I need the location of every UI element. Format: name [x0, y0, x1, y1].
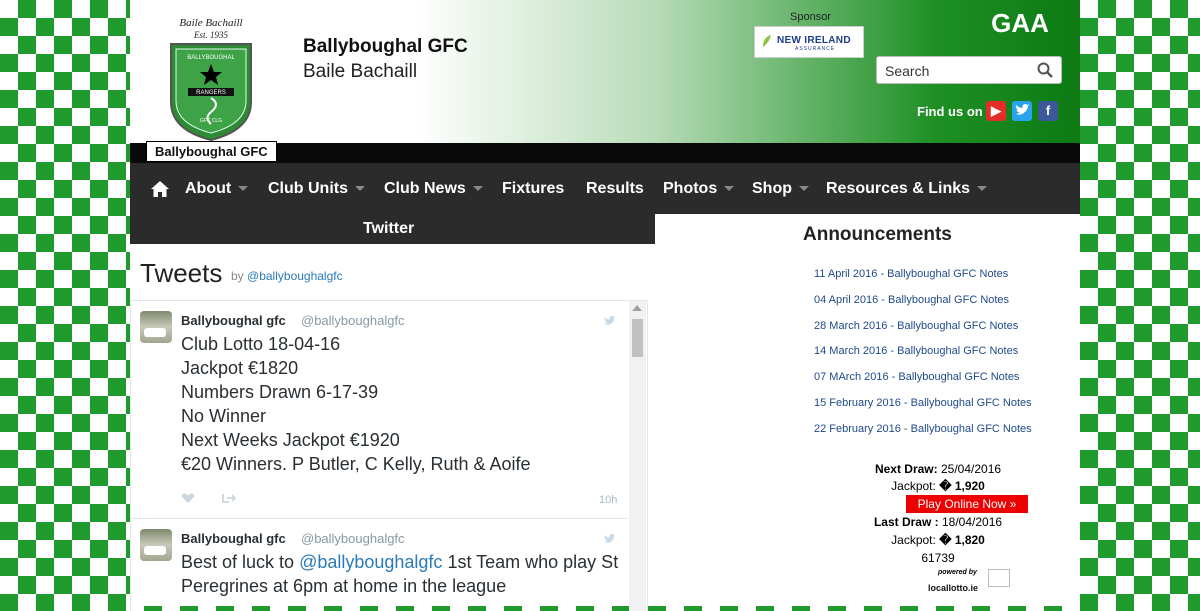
tweet-text: Club Lotto 18-04-16 Jackpot €1820 Number…: [181, 334, 531, 474]
tweets-by-handle-link[interactable]: @ballyboughalgfc: [247, 269, 343, 283]
next-draw: Next Draw: 25/04/2016: [874, 462, 1002, 476]
last-draw: Last Draw : 18/04/2016: [873, 515, 1003, 529]
chevron-down-icon: [724, 186, 735, 192]
svg-text:Est. 1935: Est. 1935: [193, 30, 229, 40]
twitter-icon[interactable]: [1012, 101, 1032, 121]
search-input[interactable]: [883, 61, 1035, 81]
tweet-item: Ballyboughal gfc @ballyboughalgfc Club L…: [131, 301, 628, 519]
svg-text:GFC CLG: GFC CLG: [200, 118, 222, 124]
tweets-by: by @ballyboughalgfc: [231, 269, 343, 283]
sponsor-name: NEW IRELAND: [777, 35, 851, 46]
gaa-logo-text: GAA: [991, 8, 1049, 38]
announcement-link[interactable]: 28 March 2016 - Ballyboughal GFC Notes: [814, 320, 1018, 332]
announcement-link[interactable]: 11 April 2016 - Ballyboughal GFC Notes: [814, 268, 1008, 280]
search-icon[interactable]: [1037, 62, 1053, 78]
sponsor-leaf-icon: [763, 35, 771, 47]
nav-about[interactable]: About: [185, 180, 249, 198]
scrollbar-thumb[interactable]: [632, 319, 643, 357]
youtube-icon[interactable]: ▶: [986, 101, 1006, 121]
provider-image-icon[interactable]: [988, 569, 1010, 587]
last-jackpot: Jackpot: � 1,820: [891, 533, 985, 547]
nav-club-news[interactable]: Club News: [384, 180, 483, 198]
announcements-title: Announcements: [803, 224, 952, 245]
tweet-author-handle[interactable]: @ballyboughalgfc: [301, 313, 405, 328]
site-header: Baile Bachaill Est. 1935 RANGERS BALLYBO…: [130, 0, 1080, 162]
tweet-mention-link[interactable]: @ballyboughalgfc: [299, 552, 442, 572]
svg-text:RANGERS: RANGERS: [196, 90, 226, 96]
nav-twitter[interactable]: Twitter: [363, 220, 414, 238]
announcement-link[interactable]: 14 March 2016 - Ballyboughal GFC Notes: [814, 345, 1018, 357]
svg-text:BALLYBOUGHAL: BALLYBOUGHAL: [187, 55, 235, 61]
chevron-down-icon: [799, 186, 809, 192]
twitter-bird-icon[interactable]: [603, 315, 617, 327]
sponsor-logo[interactable]: NEW IRELAND ASSURANCE: [754, 26, 864, 58]
tweet-actions: [181, 491, 237, 509]
site-subtitle: Baile Bachaill: [303, 61, 418, 82]
chevron-down-icon: [238, 186, 249, 192]
tweet-author-name[interactable]: Ballyboughal gfc: [181, 531, 286, 546]
next-jackpot: Jackpot: � 1,920: [891, 479, 985, 493]
chevron-down-icon: [355, 186, 365, 192]
play-online-button[interactable]: Play Online Now »: [906, 495, 1028, 513]
tweet-text: Best of luck to @ballyboughalgfc 1st Tea…: [181, 552, 619, 596]
page: Baile Bachaill Est. 1935 RANGERS BALLYBO…: [130, 0, 1080, 611]
nav-bar: About Club Units Club News Fixtures Resu…: [130, 163, 1080, 216]
share-icon[interactable]: [221, 492, 237, 504]
locallotto-logo[interactable]: locallotto.ie: [928, 583, 978, 593]
tweets-title: Tweets: [140, 258, 223, 288]
tweets-panel: Tweets by @ballyboughalgfc Ballyboughal …: [130, 244, 655, 611]
nav-photos[interactable]: Photos: [663, 180, 735, 198]
announcements-panel: Announcements 11 April 2016 - Ballybough…: [655, 214, 1080, 606]
tweet-timestamp[interactable]: 10h: [599, 494, 617, 506]
crest-label: Ballyboughal GFC: [146, 141, 277, 162]
nav-row-2: Twitter: [130, 216, 655, 244]
tweet-item: Ballyboughal gfc @ballyboughalgfc Best o…: [131, 519, 628, 611]
find-us-label: Find us on: [917, 104, 983, 119]
announcement-link[interactable]: 04 April 2016 - Ballyboughal GFC Notes: [814, 294, 1009, 306]
scroll-up-arrow-icon[interactable]: [632, 305, 642, 311]
facebook-icon[interactable]: f: [1038, 101, 1058, 121]
announcement-link[interactable]: 22 February 2016 - Ballyboughal GFC Note…: [814, 423, 1032, 435]
sponsor-label: Sponsor: [790, 11, 831, 23]
nav-resources-links[interactable]: Resources & Links: [826, 180, 988, 198]
nav-club-units[interactable]: Club Units: [268, 180, 365, 198]
tweet-author-name[interactable]: Ballyboughal gfc: [181, 313, 286, 328]
sponsor-subname: ASSURANCE: [795, 46, 836, 52]
site-title[interactable]: Ballyboughal GFC: [303, 36, 468, 58]
tweet-author-handle[interactable]: @ballyboughalgfc: [301, 531, 405, 546]
nav-results[interactable]: Results: [586, 180, 644, 198]
chevron-down-icon: [977, 186, 988, 192]
home-icon[interactable]: [150, 180, 170, 198]
gaa-logo[interactable]: GAA: [988, 8, 1052, 38]
twitter-bird-icon[interactable]: [603, 533, 617, 545]
avatar[interactable]: [140, 311, 172, 343]
nav-fixtures[interactable]: Fixtures: [502, 180, 564, 198]
chevron-down-icon: [472, 186, 483, 192]
search-box[interactable]: [876, 56, 1062, 84]
club-crest-logo[interactable]: Baile Bachaill Est. 1935 RANGERS BALLYBO…: [166, 12, 256, 142]
nav-shop[interactable]: Shop: [752, 180, 809, 198]
announcement-link[interactable]: 07 MArch 2016 - Ballyboughal GFC Notes: [814, 371, 1019, 383]
announcement-link[interactable]: 15 February 2016 - Ballyboughal GFC Note…: [814, 397, 1032, 409]
draw-numbers: 61739: [921, 551, 955, 565]
heart-icon[interactable]: [181, 492, 195, 504]
avatar[interactable]: [140, 529, 172, 561]
svg-text:Baile Bachaill: Baile Bachaill: [179, 17, 242, 29]
twitter-timeline[interactable]: Ballyboughal gfc @ballyboughalgfc Club L…: [130, 300, 648, 611]
powered-by-label: powered by: [938, 569, 977, 576]
